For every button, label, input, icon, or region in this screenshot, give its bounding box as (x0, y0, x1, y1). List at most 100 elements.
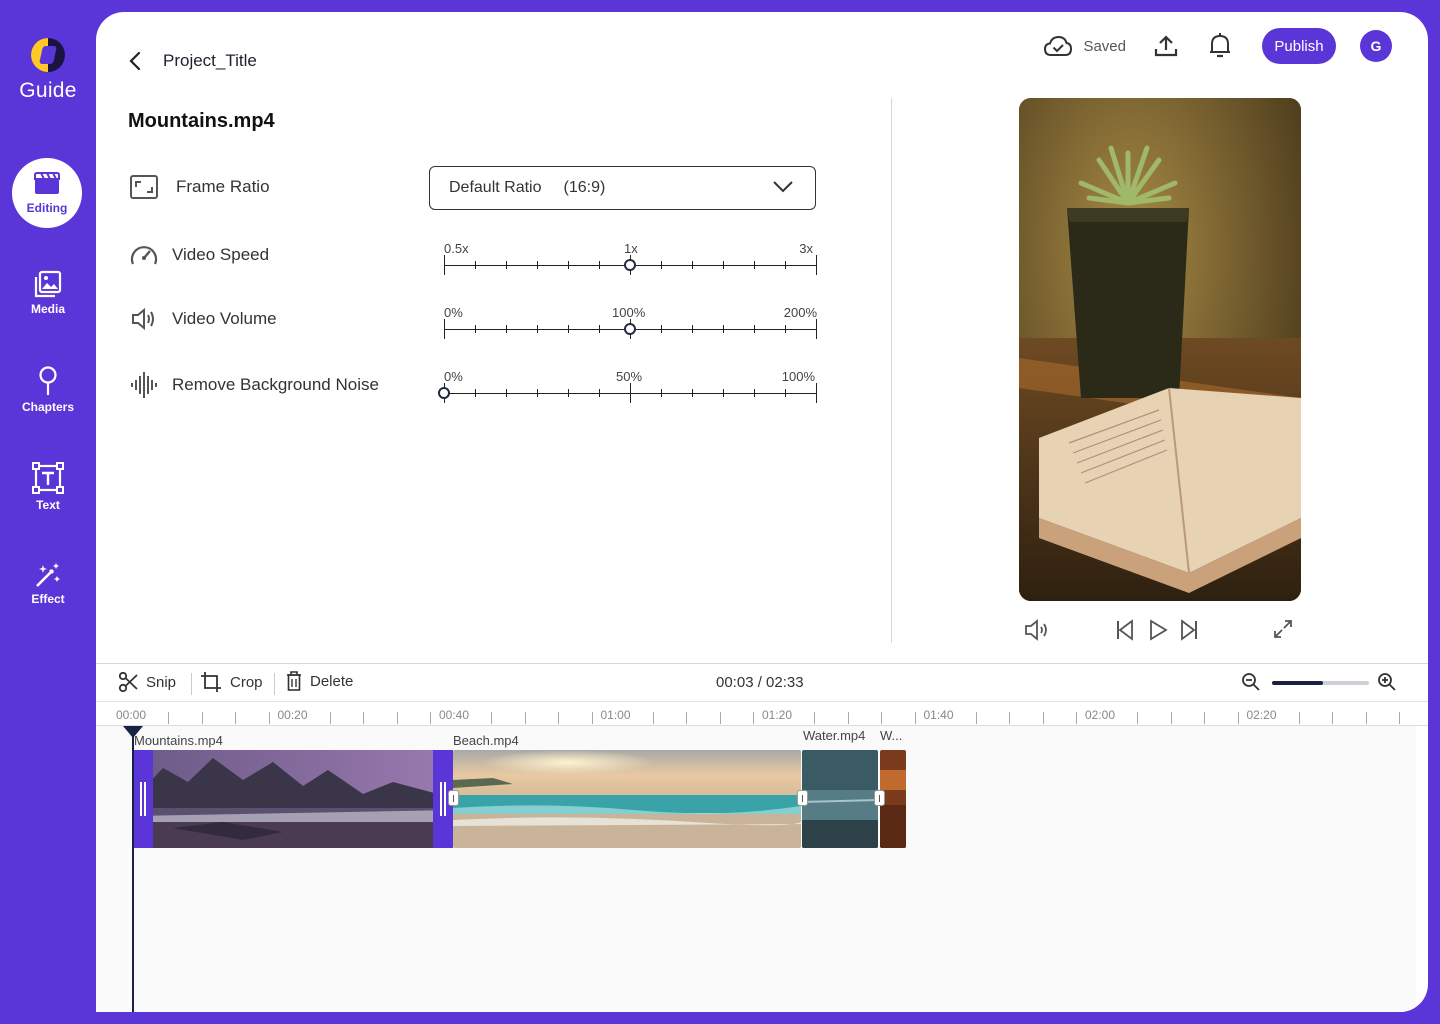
ruler-tick (591, 712, 593, 724)
slider-tick (568, 325, 569, 333)
notifications-button[interactable] (1208, 32, 1232, 60)
timeline-ruler[interactable]: 00:00 00:20 00:40 01:00 01:20 01:40 02:00 02:20 (96, 702, 1428, 726)
slider-tick (816, 319, 817, 339)
sidebar: Guide Editing Media Chapters Text Effect (0, 0, 96, 1024)
nav-item-effect[interactable]: Effect (0, 562, 96, 606)
zoom-slider[interactable] (1272, 681, 1369, 685)
publish-button[interactable]: Publish (1262, 28, 1336, 64)
save-status: Saved (1043, 35, 1126, 57)
clip-thumbnail (802, 750, 878, 848)
slider-tick (723, 261, 724, 269)
brand-name: Guide (19, 79, 77, 102)
slider-tick (692, 325, 693, 333)
clip-mountains[interactable] (133, 750, 453, 848)
ruler-tick (1042, 712, 1044, 724)
magic-wand-icon (36, 563, 60, 587)
select-value: Default Ratio (449, 179, 542, 196)
zoom-in-icon[interactable] (1377, 672, 1397, 692)
location-pin-icon (39, 366, 57, 395)
delete-button[interactable]: Delete (286, 671, 353, 691)
nav-label: Editing (26, 201, 68, 215)
slider-max-label: 3x (799, 241, 813, 256)
delete-label: Delete (310, 672, 354, 690)
select-ratio: (16:9) (563, 179, 606, 196)
slider-tick (444, 319, 445, 339)
slider-tick (568, 389, 569, 397)
slider-knob[interactable] (624, 323, 636, 335)
slider-min-label: 0% (444, 369, 463, 384)
play-icon[interactable] (1148, 619, 1168, 641)
video-volume-label: Video Volume (172, 309, 277, 328)
ruler-tick (814, 712, 815, 724)
ruler-label: 00:00 (116, 708, 147, 722)
nav-item-media[interactable]: Media (0, 270, 96, 316)
clip-water[interactable] (802, 750, 878, 848)
video-volume-row: Video Volume (130, 307, 277, 331)
ruler-tick (1298, 712, 1300, 724)
cloud-check-icon (1044, 35, 1073, 56)
crop-button[interactable]: Crop (200, 671, 263, 693)
nav-item-chapters[interactable]: Chapters (0, 366, 96, 414)
panel-divider (891, 98, 892, 643)
ruler-tick (491, 712, 492, 724)
slider-mid-label: 50% (616, 369, 643, 384)
fullscreen-icon[interactable] (1273, 619, 1293, 639)
ruler-tick (881, 712, 882, 724)
back-arrow-icon[interactable] (126, 50, 146, 72)
preview-image (1019, 98, 1301, 601)
slider-tick (816, 255, 817, 275)
ruler-tick (558, 712, 559, 724)
file-title: Mountains.mp4 (128, 110, 275, 132)
crop-label: Crop (230, 673, 263, 691)
snip-button[interactable]: Snip (118, 671, 176, 693)
video-speed-label: Video Speed (172, 245, 270, 264)
volume-icon[interactable] (1024, 619, 1050, 641)
video-preview[interactable] (1019, 98, 1301, 601)
slider-tick (661, 389, 662, 397)
zoom-out-icon[interactable] (1241, 672, 1261, 692)
slider-knob[interactable] (438, 387, 450, 399)
ruler-label: 01:20 (762, 708, 793, 722)
slider-knob[interactable] (624, 259, 636, 271)
slider-tick (506, 389, 507, 397)
noise-slider[interactable]: 0% 50% 100% (438, 369, 817, 409)
speedometer-icon (130, 246, 158, 265)
brand-logo[interactable]: Guide (0, 38, 96, 103)
upload-button[interactable] (1154, 34, 1178, 58)
ruler-tick (975, 712, 977, 724)
skip-forward-icon[interactable] (1179, 619, 1199, 641)
clip-join-handle[interactable] (874, 790, 885, 806)
clip-thumbnail (453, 750, 801, 848)
avatar[interactable]: G (1360, 30, 1392, 62)
slider-max-label: 200% (783, 305, 817, 320)
upload-icon (1154, 35, 1178, 57)
project-title[interactable]: Project_Title (163, 51, 257, 71)
slider-min-label: 0% (444, 305, 463, 320)
noise-row: Remove Background Noise (130, 371, 379, 399)
frame-ratio-label: Frame Ratio (176, 177, 270, 196)
slider-tick (537, 389, 538, 397)
ruler-label: 00:20 (277, 708, 308, 722)
video-speed-slider[interactable]: 0.5x 1x 3x (444, 241, 817, 281)
ruler-tick (1170, 712, 1172, 724)
trim-handle-left[interactable] (133, 750, 153, 848)
playhead-line[interactable] (132, 730, 134, 1012)
frame-ratio-select[interactable]: Default Ratio (16:9) (429, 166, 816, 210)
slider-tick (754, 325, 755, 333)
skip-back-icon[interactable] (1115, 619, 1135, 641)
clip-join-handle[interactable] (448, 790, 459, 806)
ruler-label: 02:00 (1085, 708, 1116, 722)
nav-item-editing[interactable]: Editing (12, 158, 82, 228)
nav-item-text[interactable]: Text (0, 462, 96, 512)
video-volume-slider[interactable]: 0% 100% 200% (444, 305, 817, 345)
ruler-tick (1137, 712, 1138, 724)
clip-join-handle[interactable] (797, 790, 808, 806)
ruler-tick (168, 712, 169, 724)
clip-beach[interactable] (453, 750, 801, 848)
slider-tick (599, 325, 600, 333)
ruler-tick (686, 712, 687, 724)
chevron-down-icon (773, 181, 793, 193)
trash-icon (287, 671, 301, 691)
clip-thumbnail (133, 750, 453, 848)
editor-panel: Project_Title Saved Publish G Mountains.… (96, 12, 1428, 1012)
